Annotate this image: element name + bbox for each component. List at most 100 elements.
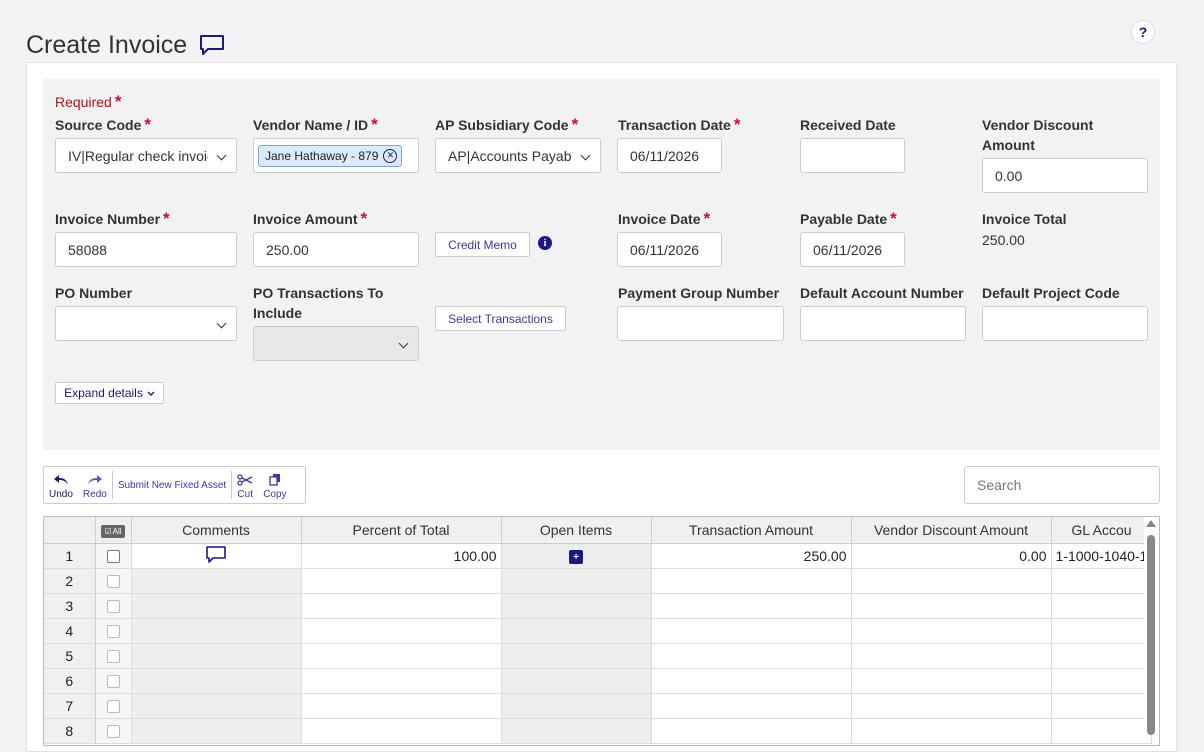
column-header-comments[interactable]: Comments: [131, 517, 302, 544]
default-account-input[interactable]: [800, 306, 966, 341]
gl-account-cell[interactable]: [1051, 718, 1153, 744]
percent-cell[interactable]: [301, 593, 502, 619]
select-transactions-button[interactable]: Select Transactions: [435, 306, 566, 331]
percent-cell[interactable]: [301, 568, 502, 594]
row-checkbox[interactable]: [106, 625, 120, 639]
comments-cell[interactable]: [131, 693, 302, 719]
page-title-text: Create Invoice: [26, 31, 188, 59]
info-icon[interactable]: i: [538, 236, 552, 250]
invoice-amount-input[interactable]: 250.00: [253, 232, 419, 267]
row-checkbox[interactable]: [106, 575, 120, 589]
help-button[interactable]: ?: [1131, 20, 1155, 44]
transaction-amount-cell[interactable]: [651, 643, 852, 669]
vendor-name-field[interactable]: Jane Hathaway - 879 ✕: [253, 138, 419, 173]
percent-cell[interactable]: 100.00: [301, 543, 502, 569]
gl-account-cell[interactable]: [1051, 643, 1153, 669]
vendor-discount-cell[interactable]: [851, 568, 1052, 594]
gl-account-cell[interactable]: [1051, 593, 1153, 619]
po-number-select[interactable]: [55, 306, 237, 341]
comment-icon[interactable]: [199, 34, 225, 63]
invoice-grid: ☑ All Comments Percent of Total Open Item…: [43, 516, 1160, 746]
table-row: 7: [44, 693, 1153, 719]
vendor-discount-cell[interactable]: [851, 668, 1052, 694]
column-header-vendor-discount[interactable]: Vendor Discount Amount: [851, 517, 1052, 544]
transaction-amount-cell[interactable]: [651, 718, 852, 744]
open-items-cell: [501, 718, 652, 744]
default-project-label: Default Project Code: [982, 285, 1120, 301]
comments-cell[interactable]: [131, 643, 302, 669]
expand-details-button[interactable]: Expand details: [55, 382, 164, 404]
comments-cell[interactable]: [131, 668, 302, 694]
transaction-amount-cell[interactable]: [651, 593, 852, 619]
vendor-discount-input[interactable]: 0.00: [982, 158, 1148, 193]
scroll-up-icon[interactable]: [1146, 520, 1156, 527]
percent-cell[interactable]: [301, 643, 502, 669]
gl-account-cell[interactable]: [1051, 668, 1153, 694]
vendor-discount-cell[interactable]: [851, 618, 1052, 644]
payable-date-input[interactable]: 06/11/2026: [800, 232, 905, 267]
row-checkbox[interactable]: [106, 650, 120, 664]
scrollbar-thumb[interactable]: [1147, 535, 1155, 735]
percent-cell[interactable]: [301, 618, 502, 644]
grid-vertical-scrollbar[interactable]: [1144, 517, 1159, 735]
select-all-button[interactable]: ☑ All: [101, 524, 125, 538]
transaction-date-input[interactable]: 06/11/2026: [617, 138, 722, 173]
invoice-grid-table: ☑ All Comments Percent of Total Open Item…: [44, 517, 1153, 744]
gl-account-cell[interactable]: [1051, 693, 1153, 719]
row-checkbox[interactable]: [106, 550, 120, 564]
vendor-discount-cell[interactable]: 0.00: [851, 543, 1052, 569]
grid-search-input[interactable]: [964, 466, 1160, 504]
open-items-icon[interactable]: +: [569, 550, 583, 565]
gl-account-cell[interactable]: [1051, 618, 1153, 644]
gl-account-cell[interactable]: 1-1000-1040-1: [1051, 543, 1153, 569]
transaction-amount-cell[interactable]: [651, 618, 852, 644]
cut-button[interactable]: Cut: [232, 467, 258, 503]
percent-cell[interactable]: [301, 693, 502, 719]
comments-cell[interactable]: [131, 593, 302, 619]
ap-subsidiary-select[interactable]: AP|Accounts Payable: [435, 138, 601, 173]
comment-icon[interactable]: [205, 545, 227, 567]
select-all-header[interactable]: ☑ All: [95, 517, 132, 544]
table-row: 3: [44, 593, 1153, 619]
transaction-amount-cell[interactable]: [651, 568, 852, 594]
remove-vendor-icon[interactable]: ✕: [383, 148, 398, 163]
column-header-gl-account[interactable]: GL Accou: [1051, 517, 1153, 544]
copy-icon: [269, 474, 280, 486]
payment-group-label: Payment Group Number: [618, 285, 780, 301]
gl-account-cell[interactable]: [1051, 568, 1153, 594]
credit-memo-button[interactable]: Credit Memo: [435, 232, 530, 257]
invoice-date-input[interactable]: 06/11/2026: [617, 232, 722, 267]
invoice-number-input[interactable]: 58088: [55, 232, 237, 267]
submit-fixed-asset-button[interactable]: Submit New Fixed Asset: [113, 467, 231, 503]
percent-cell[interactable]: [301, 668, 502, 694]
comments-cell[interactable]: [131, 568, 302, 594]
default-project-input[interactable]: [982, 306, 1148, 341]
comments-cell[interactable]: [131, 618, 302, 644]
received-date-input[interactable]: [800, 138, 905, 173]
transaction-amount-cell[interactable]: [651, 668, 852, 694]
column-header-open-items[interactable]: Open Items: [501, 517, 652, 544]
vendor-discount-cell[interactable]: [851, 643, 1052, 669]
vendor-discount-cell[interactable]: [851, 693, 1052, 719]
comments-cell[interactable]: [131, 718, 302, 744]
row-checkbox[interactable]: [106, 700, 120, 714]
row-checkbox[interactable]: [106, 725, 120, 739]
column-header-percent[interactable]: Percent of Total: [301, 517, 502, 544]
invoice-date-label: Invoice Date *: [618, 209, 711, 228]
transaction-amount-cell[interactable]: [651, 693, 852, 719]
source-code-select[interactable]: IV|Regular check invoice: [55, 138, 237, 173]
row-checkbox[interactable]: [106, 600, 120, 614]
column-header-transaction-amount[interactable]: Transaction Amount: [651, 517, 852, 544]
transaction-amount-cell[interactable]: 250.00: [651, 543, 852, 569]
undo-button[interactable]: Undo: [44, 467, 78, 503]
source-code-label: Source Code *: [55, 115, 151, 134]
vendor-discount-cell[interactable]: [851, 718, 1052, 744]
payment-group-input[interactable]: [617, 306, 784, 341]
row-checkbox[interactable]: [106, 675, 120, 689]
vendor-discount-cell[interactable]: [851, 593, 1052, 619]
open-items-cell: [501, 593, 652, 619]
redo-button[interactable]: Redo: [78, 467, 112, 503]
copy-button[interactable]: Copy: [258, 467, 291, 503]
percent-cell[interactable]: [301, 718, 502, 744]
vendor-discount-label: Vendor Discount Amount: [982, 117, 1094, 153]
